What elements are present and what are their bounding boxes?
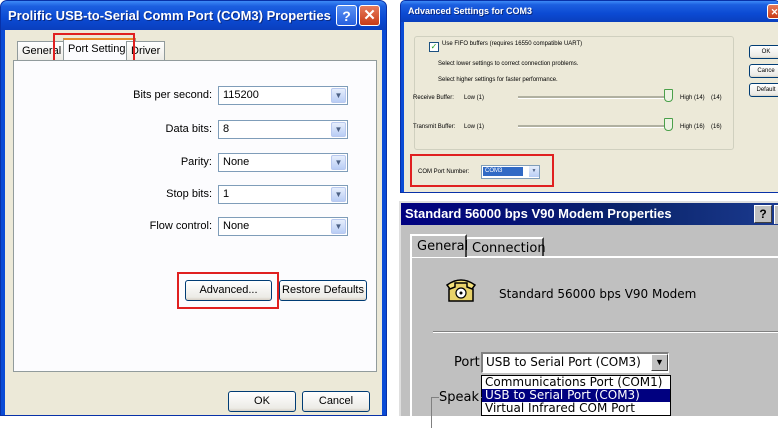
tab-modem-general[interactable]: General bbox=[410, 234, 469, 257]
close-button[interactable]: ✕ bbox=[359, 5, 380, 26]
transmit-value: (16) bbox=[711, 124, 722, 130]
bits-per-second-select[interactable]: 115200 ▼ bbox=[218, 86, 348, 105]
ok-button[interactable]: OK bbox=[228, 391, 296, 412]
advanced-cancel-button[interactable]: Cance bbox=[749, 64, 778, 78]
receive-slider-thumb[interactable] bbox=[664, 89, 673, 102]
modem-port-select[interactable]: USB to Serial Port (COM3) ▼ bbox=[481, 352, 669, 373]
advanced-window-body: ✓ Use FIFO buffers (requires 16550 compa… bbox=[404, 22, 778, 192]
advanced-highlight bbox=[177, 272, 279, 309]
tab-connection-label: Connection bbox=[472, 241, 546, 256]
tab-general-label: General bbox=[417, 239, 469, 254]
stop-bits-value: 1 bbox=[223, 188, 230, 200]
parity-label: Parity: bbox=[180, 156, 212, 168]
port-settings-panel: Bits per second: 115200 ▼ Data bits: 8 ▼… bbox=[13, 60, 377, 372]
modem-port-value: USB to Serial Port (COM3) bbox=[486, 355, 641, 369]
chevron-down-icon[interactable]: ▼ bbox=[331, 219, 346, 234]
flow-control-label: Flow control: bbox=[149, 220, 212, 232]
receive-value: (14) bbox=[711, 95, 722, 101]
modem-port-dropdown: Communications Port (COM1) USB to Serial… bbox=[481, 375, 671, 416]
data-bits-select[interactable]: 8 ▼ bbox=[218, 120, 348, 139]
modem-properties-window: Standard 56000 bps V90 Modem Properties … bbox=[399, 201, 778, 428]
window-title: Prolific USB-to-Serial Comm Port (COM3) … bbox=[1, 1, 386, 30]
modem-port-label: Port: bbox=[454, 355, 485, 370]
advanced-ok-button[interactable]: OK bbox=[749, 45, 778, 59]
advanced-defaults-button[interactable]: Default bbox=[749, 83, 778, 97]
advanced-window-title: Advanced Settings for COM3 bbox=[401, 1, 778, 22]
transmit-buffer-label: Transmit Buffer: bbox=[413, 124, 456, 130]
modem-help-button[interactable]: ? bbox=[754, 205, 772, 223]
fifo-checkbox[interactable]: ✓ bbox=[429, 42, 439, 52]
bits-per-second-value: 115200 bbox=[223, 89, 259, 101]
data-bits-label: Data bits: bbox=[165, 123, 212, 135]
flow-control-select[interactable]: None ▼ bbox=[218, 217, 348, 236]
restore-defaults-button[interactable]: Restore Defaults bbox=[279, 280, 367, 301]
receive-low-label: Low (1) bbox=[464, 95, 485, 101]
advanced-settings-window: Advanced Settings for COM3 ✕ ✓ Use FIFO … bbox=[400, 0, 778, 193]
receive-slider-track[interactable] bbox=[518, 96, 668, 99]
transmit-high-label: High (16) bbox=[680, 124, 705, 130]
modem-divider bbox=[433, 331, 778, 333]
modem-close-button-edge[interactable] bbox=[774, 205, 778, 224]
tab-modem-connection[interactable]: Connection bbox=[467, 237, 546, 257]
transmit-slider-track[interactable] bbox=[518, 125, 668, 128]
modem-device-name: Standard 56000 bps V90 Modem bbox=[499, 287, 697, 301]
cancel-button[interactable]: Cancel bbox=[302, 391, 370, 412]
speaker-group-label: Speak bbox=[439, 390, 481, 405]
com-port-highlight bbox=[410, 154, 554, 187]
transmit-low-label: Low (1) bbox=[464, 124, 485, 130]
help-button[interactable]: ? bbox=[336, 5, 357, 26]
transmit-slider-thumb[interactable] bbox=[664, 118, 673, 131]
dropdown-option-infrared[interactable]: Virtual Infrared COM Port bbox=[482, 402, 670, 415]
advanced-close-button[interactable]: ✕ bbox=[767, 4, 778, 19]
bits-per-second-label: Bits per second: bbox=[133, 89, 212, 101]
tab-highlight bbox=[53, 33, 135, 63]
flow-control-value: None bbox=[223, 220, 250, 232]
parity-select[interactable]: None ▼ bbox=[218, 153, 348, 172]
data-bits-value: 8 bbox=[223, 123, 230, 135]
stop-bits-select[interactable]: 1 ▼ bbox=[218, 185, 348, 204]
receive-buffer-label: Receive Buffer: bbox=[413, 95, 454, 101]
receive-high-label: High (14) bbox=[680, 95, 705, 101]
chevron-down-icon[interactable]: ▼ bbox=[331, 155, 346, 170]
chevron-down-icon[interactable]: ▼ bbox=[331, 88, 346, 103]
chevron-down-icon[interactable]: ▼ bbox=[331, 122, 346, 137]
chevron-down-icon[interactable]: ▼ bbox=[331, 187, 346, 202]
modem-window-title: Standard 56000 bps V90 Modem Properties bbox=[401, 203, 778, 225]
chevron-down-icon[interactable]: ▼ bbox=[651, 354, 668, 371]
fifo-group bbox=[414, 36, 734, 150]
stop-bits-label: Stop bits: bbox=[166, 188, 212, 200]
phone-icon bbox=[445, 279, 477, 302]
hint-higher: Select higher settings for faster perfor… bbox=[438, 77, 558, 83]
parity-value: None bbox=[223, 156, 250, 168]
hint-lower: Select lower settings to correct connect… bbox=[438, 61, 579, 67]
window-body: General Port Settings Driver Bits per se… bbox=[5, 30, 382, 415]
prolific-properties-window: Prolific USB-to-Serial Comm Port (COM3) … bbox=[0, 0, 387, 416]
fifo-checkbox-label: Use FIFO buffers (requires 16550 compati… bbox=[442, 41, 583, 47]
